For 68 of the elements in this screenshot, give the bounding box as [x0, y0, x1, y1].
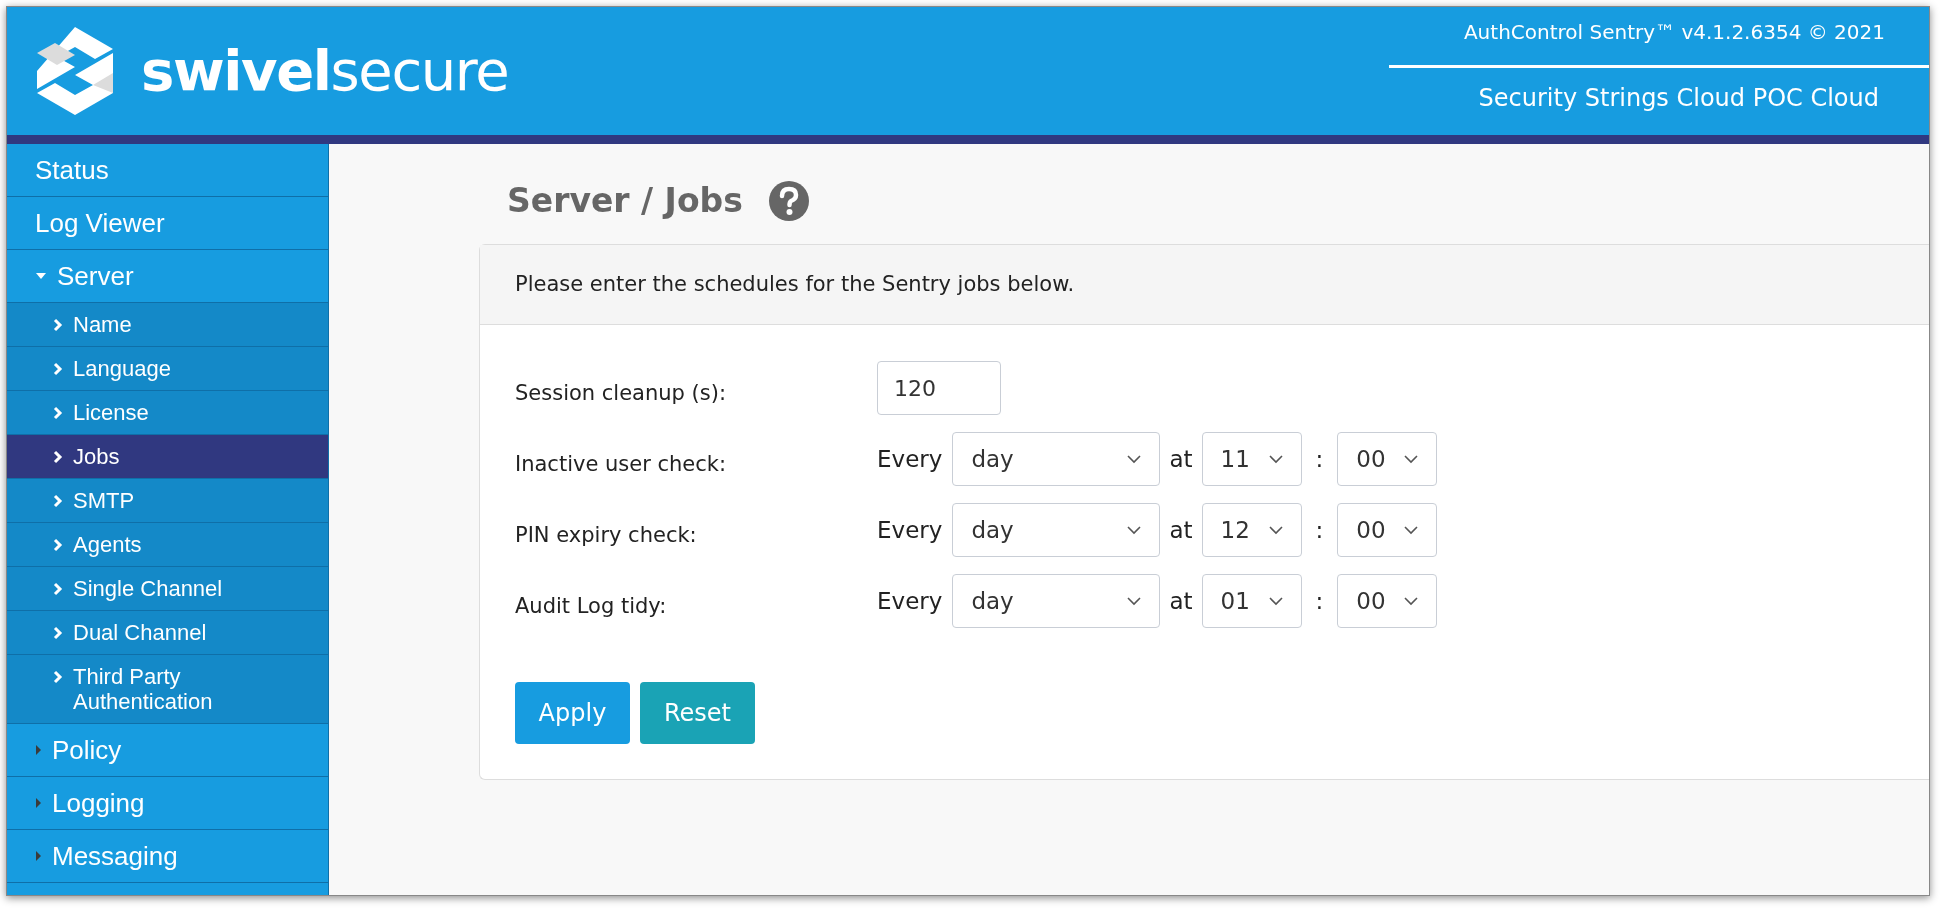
- caret-right-icon: [35, 744, 42, 756]
- caret-right-icon: [35, 797, 42, 809]
- chevron-down-icon: [1404, 525, 1419, 535]
- sidebar-item[interactable]: Log Viewer: [7, 197, 328, 250]
- minute-select[interactable]: 00: [1337, 574, 1438, 628]
- at-text: at: [1169, 586, 1193, 616]
- sidebar-group[interactable]: Policy: [7, 724, 328, 777]
- sidebar-group[interactable]: Messaging: [7, 830, 328, 883]
- page-title: Server / Jobs: [507, 180, 743, 223]
- field-label: Inactive user check:: [515, 451, 728, 479]
- chevron-right-icon: [53, 626, 63, 640]
- sidebar-subitem[interactable]: Third Party Authentication: [7, 655, 328, 724]
- chevron-right-icon: [53, 582, 63, 596]
- chevron-down-icon: [1268, 596, 1283, 606]
- sidebar-group[interactable]: Logging: [7, 777, 328, 830]
- at-text: at: [1169, 515, 1193, 545]
- sidebar-subitem[interactable]: Name: [7, 303, 328, 347]
- brand-name: swivelsecure: [141, 37, 509, 105]
- sidebar-subitem[interactable]: Agents: [7, 523, 328, 567]
- number-field[interactable]: 120: [877, 361, 1001, 415]
- sidebar-subitem[interactable]: Jobs: [7, 435, 328, 479]
- version-text: AuthControl Sentry™ v4.1.2.6354 © 2021: [1463, 19, 1886, 46]
- every-text: Every: [877, 444, 943, 474]
- chevron-right-icon: [53, 494, 63, 508]
- caret-right-icon: [35, 850, 42, 862]
- field-label: PIN expiry check:: [515, 522, 698, 550]
- every-text: Every: [877, 515, 943, 545]
- caret-down-icon: [35, 272, 47, 280]
- colon-text: :: [1315, 586, 1324, 616]
- chevron-down-icon: [1127, 525, 1142, 535]
- chevron-down-icon: [1404, 596, 1419, 606]
- period-select[interactable]: day: [952, 432, 1161, 486]
- hour-select[interactable]: 01: [1201, 574, 1302, 628]
- chevron-down-icon: [1268, 454, 1283, 464]
- sidebar-subitem[interactable]: SMTP: [7, 479, 328, 523]
- field-label: Audit Log tidy:: [515, 593, 668, 621]
- chevron-down-icon: [1127, 596, 1142, 606]
- subtitle-text: Security Strings Cloud POC Cloud: [1478, 83, 1880, 114]
- every-text: Every: [877, 586, 943, 616]
- sidebar-subitem[interactable]: Language: [7, 347, 328, 391]
- sidebar-item[interactable]: Status: [7, 144, 328, 197]
- at-text: at: [1169, 444, 1193, 474]
- hour-select[interactable]: 12: [1201, 503, 1302, 557]
- sidebar-subitem[interactable]: Single Channel: [7, 567, 328, 611]
- chevron-right-icon: [53, 406, 63, 420]
- period-select[interactable]: day: [952, 503, 1161, 557]
- logo-icon: [35, 27, 115, 115]
- chevron-right-icon: [53, 318, 63, 332]
- minute-select[interactable]: 00: [1337, 503, 1438, 557]
- chevron-down-icon: [1127, 454, 1142, 464]
- apply-button[interactable]: Apply: [515, 682, 630, 744]
- reset-button[interactable]: Reset: [640, 682, 755, 744]
- help-icon[interactable]: [768, 181, 809, 221]
- chevron-right-icon: [53, 362, 63, 376]
- chevron-right-icon: [53, 450, 63, 464]
- hour-select[interactable]: 11: [1201, 432, 1302, 486]
- chevron-down-icon: [1404, 454, 1419, 464]
- field-label: Session cleanup (s):: [515, 380, 727, 408]
- colon-text: :: [1315, 444, 1324, 474]
- intro-text: Please enter the schedules for the Sentry jobs below.: [515, 270, 1075, 298]
- chevron-right-icon: [53, 538, 63, 552]
- minute-select[interactable]: 00: [1337, 432, 1438, 486]
- sidebar-subitem[interactable]: Dual Channel: [7, 611, 328, 655]
- chevron-right-icon: [53, 670, 63, 684]
- chevron-down-icon: [1268, 525, 1283, 535]
- period-select[interactable]: day: [952, 574, 1161, 628]
- sidebar-subitem[interactable]: License: [7, 391, 328, 435]
- colon-text: :: [1315, 515, 1324, 545]
